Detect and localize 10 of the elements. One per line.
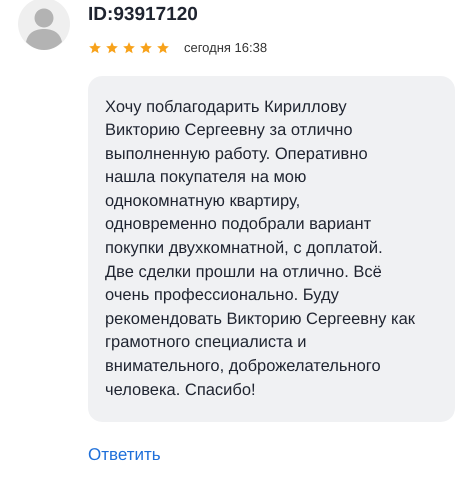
- star-icon: [105, 40, 119, 55]
- reply-link[interactable]: Ответить: [88, 442, 161, 468]
- review-time: сегодня 16:38: [184, 39, 268, 57]
- star-icon: [139, 40, 153, 55]
- review-text: Хочу поблагодарить Кириллову Викторию Сергеевну за отлично выполненную работу. Оперативно нашла покупателя на мою однокомнатную квартиру, одновременно подобрали вариант покупки двухкомнатной, с доплатой. Две сделки прошли на отлично. Всё очень профессионально. Буду рекомендовать Викторию Сергеевну как грамотного специалиста и внимательного, доброжелательного человека. Спасибо!: [105, 96, 416, 401]
- star-icon: [122, 40, 136, 55]
- star-icon: [88, 40, 102, 55]
- avatar-icon: [18, 0, 70, 50]
- author-id: ID:93917120: [88, 5, 199, 24]
- star-icon: [156, 40, 170, 55]
